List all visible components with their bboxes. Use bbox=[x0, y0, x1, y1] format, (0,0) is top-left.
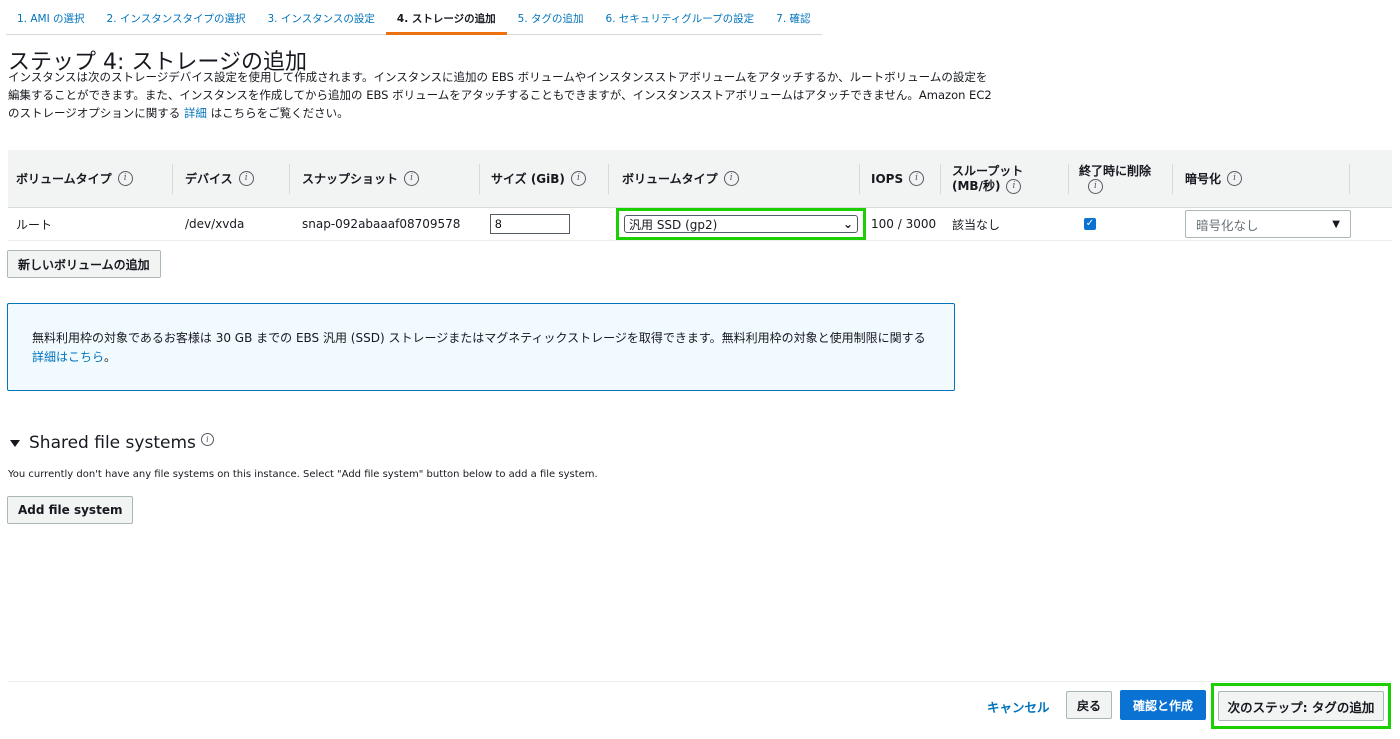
info-icon[interactable]: i bbox=[1088, 178, 1103, 194]
header-encryption: 暗号化 i bbox=[1185, 150, 1243, 207]
header-delete-line2: i bbox=[1079, 178, 1151, 194]
next-add-tags-button[interactable]: 次のステップ: タグの追加 bbox=[1218, 691, 1384, 721]
cell-delete-on-termination: ✓ bbox=[1084, 208, 1096, 240]
header-size-label: サイズ (GiB) bbox=[491, 172, 565, 186]
volume-type-select-value: 汎用 SSD (gp2) bbox=[629, 217, 718, 232]
review-and-launch-button[interactable]: 確認と作成 bbox=[1120, 690, 1206, 720]
storage-table-header: ボリュームタイプ i デバイス i スナップショット i サイズ (GiB) i ボリュ… bbox=[8, 150, 1392, 208]
step-instance-config[interactable]: 3. インスタンスの設定 bbox=[256, 0, 386, 35]
cell-iops: 100 / 3000 bbox=[871, 217, 937, 231]
header-volume-type-label: ボリュームタイプ bbox=[16, 172, 112, 186]
free-tier-details-link[interactable]: 詳細はこちら bbox=[32, 350, 104, 364]
column-divider bbox=[479, 164, 480, 194]
column-divider bbox=[172, 164, 173, 194]
shared-fs-description: You currently don't have any file system… bbox=[8, 469, 598, 480]
header-size: サイズ (GiB) i bbox=[491, 150, 586, 207]
header-delete-on-termination: 終了時に削除 i bbox=[1079, 150, 1151, 207]
step-add-storage[interactable]: 4. ストレージの追加 bbox=[385, 0, 507, 35]
header-throughput-label: スループット (MB/秒) i bbox=[952, 164, 1023, 194]
header-volume-type-2: ボリュームタイプ i bbox=[622, 150, 739, 207]
encryption-select[interactable]: 暗号化なし ▼ bbox=[1185, 210, 1351, 238]
delete-on-termination-checkbox[interactable]: ✓ bbox=[1084, 218, 1096, 230]
header-iops-label: IOPS bbox=[871, 171, 904, 186]
info-icon[interactable]: i bbox=[723, 171, 739, 186]
info-icon[interactable]: i bbox=[570, 171, 586, 186]
caret-down-icon: ▼ bbox=[1332, 218, 1340, 230]
header-throughput-line2-wrap: (MB/秒) i bbox=[952, 178, 1023, 194]
cell-throughput: 該当なし bbox=[952, 217, 1001, 232]
step-ami[interactable]: 1. AMI の選択 bbox=[6, 0, 96, 35]
header-throughput-line1: スループット bbox=[952, 163, 1024, 178]
cell-snapshot: snap-092abaaaf08709578 bbox=[302, 217, 461, 231]
header-snapshot-label: スナップショット bbox=[302, 172, 399, 186]
header-snapshot: スナップショット i bbox=[302, 150, 420, 207]
cell-volume-type: ルート bbox=[16, 217, 53, 232]
header-volume-type-2-label: ボリュームタイプ bbox=[622, 172, 718, 186]
caret-down-icon bbox=[10, 439, 20, 447]
header-delete-label: 終了時に削除 i bbox=[1079, 164, 1151, 194]
encryption-select-value: 暗号化なし bbox=[1196, 217, 1259, 233]
details-link[interactable]: 詳細 bbox=[184, 106, 207, 120]
header-delete-line1: 終了時に削除 bbox=[1079, 163, 1152, 178]
column-divider bbox=[1172, 164, 1173, 194]
shared-fs-toggle[interactable]: Shared file systems i bbox=[10, 432, 214, 453]
step-instance-type[interactable]: 2. インスタンスタイプの選択 bbox=[95, 0, 257, 35]
volume-type-select[interactable]: 汎用 SSD (gp2) ⌄ bbox=[624, 215, 858, 233]
cell-device: /dev/xvda bbox=[185, 217, 245, 231]
free-tier-suffix: 。 bbox=[104, 350, 117, 364]
cell-size bbox=[490, 208, 570, 240]
volume-type-select-highlight: 汎用 SSD (gp2) ⌄ bbox=[616, 208, 866, 240]
next-button-highlight: 次のステップ: タグの追加 bbox=[1211, 683, 1391, 729]
cell-encryption: 暗号化なし ▼ bbox=[1185, 208, 1351, 240]
step-security-group[interactable]: 6. セキュリティグループの設定 bbox=[594, 0, 766, 35]
column-divider bbox=[608, 164, 609, 194]
info-icon[interactable]: i bbox=[909, 171, 925, 186]
info-icon[interactable]: i bbox=[117, 171, 133, 186]
step-review[interactable]: 7. 確認 bbox=[765, 0, 822, 35]
header-throughput-line2: (MB/秒) bbox=[952, 178, 1001, 193]
info-icon[interactable]: i bbox=[404, 171, 420, 186]
shared-fs-title: Shared file systems bbox=[29, 433, 196, 453]
column-divider bbox=[1068, 164, 1069, 194]
add-file-system-button[interactable]: Add file system bbox=[7, 496, 134, 524]
column-divider bbox=[1349, 164, 1350, 194]
check-icon: ✓ bbox=[1085, 218, 1095, 229]
header-throughput: スループット (MB/秒) i bbox=[952, 150, 1023, 207]
header-device-label: デバイス bbox=[185, 172, 233, 186]
back-button[interactable]: 戻る bbox=[1066, 691, 1113, 719]
column-divider bbox=[859, 164, 860, 194]
wizard-steps: 1. AMI の選択 2. インスタンスタイプの選択 3. インスタンスの設定 … bbox=[6, 0, 822, 35]
header-volume-type: ボリュームタイプ i bbox=[16, 150, 133, 207]
info-icon[interactable]: i bbox=[200, 432, 214, 446]
page-description: インスタンスは次のストレージデバイス設定を使用して作成されます。インスタンスに追… bbox=[8, 68, 998, 122]
free-tier-text: 無料利用枠の対象であるお客様は 30 GB までの EBS 汎用 (SSD) ス… bbox=[32, 331, 926, 345]
table-row: ルート /dev/xvda snap-092abaaaf08709578 汎用 … bbox=[8, 208, 1392, 241]
add-volume-button[interactable]: 新しいボリュームの追加 bbox=[7, 250, 161, 278]
info-icon[interactable]: i bbox=[1006, 178, 1022, 194]
description-text: インスタンスは次のストレージデバイス設定を使用して作成されます。インスタンスに追… bbox=[8, 70, 992, 120]
free-tier-info-box: 無料利用枠の対象であるお客様は 30 GB までの EBS 汎用 (SSD) ス… bbox=[7, 303, 955, 391]
column-divider bbox=[940, 164, 941, 194]
step-add-tags[interactable]: 5. タグの追加 bbox=[506, 0, 595, 35]
info-icon[interactable]: i bbox=[238, 171, 254, 186]
header-iops: IOPS i bbox=[871, 150, 925, 207]
info-icon[interactable]: i bbox=[1227, 171, 1243, 186]
cancel-button[interactable]: キャンセル bbox=[987, 697, 1050, 716]
description-suffix: はこちらをご覧ください。 bbox=[210, 106, 349, 120]
footer-divider bbox=[8, 681, 1392, 682]
header-encryption-label: 暗号化 bbox=[1185, 172, 1222, 186]
header-device: デバイス i bbox=[185, 150, 254, 207]
size-input[interactable] bbox=[490, 214, 570, 234]
chevron-down-icon: ⌄ bbox=[842, 217, 853, 231]
column-divider bbox=[289, 164, 290, 194]
